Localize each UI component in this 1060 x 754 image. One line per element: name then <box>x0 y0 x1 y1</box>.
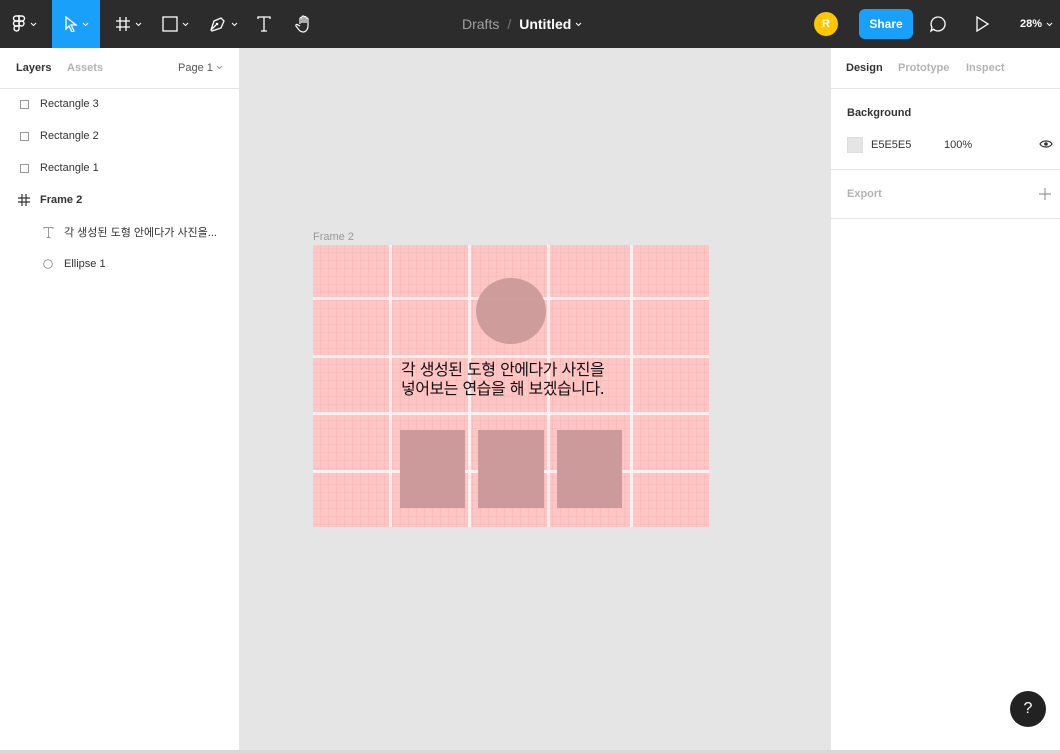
cursor-icon <box>64 16 78 32</box>
breadcrumb: Drafts / Untitled <box>462 0 582 48</box>
pen-icon <box>209 17 225 32</box>
pen-tool-button[interactable] <box>202 0 244 48</box>
move-tool-button[interactable] <box>52 0 100 48</box>
rectangle-3[interactable] <box>557 430 622 508</box>
frame-2[interactable]: 각 생성된 도형 안에다가 사진을 넣어보는 연습을 해 보겠습니다. <box>313 245 709 527</box>
rectangle-2[interactable] <box>478 430 544 508</box>
eye-icon[interactable] <box>1039 139 1053 149</box>
rectangle-icon <box>17 161 31 175</box>
layer-item-frame-2[interactable]: Frame 2 <box>0 184 240 216</box>
background-section: Background E5E5E5 100% <box>831 89 1060 170</box>
tab-layers[interactable]: Layers <box>16 62 51 74</box>
rectangle-icon <box>161 16 178 32</box>
frame-icon <box>115 17 130 31</box>
chevron-down-icon <box>231 22 237 26</box>
background-hex-input[interactable]: E5E5E5 <box>871 139 911 151</box>
frame-label[interactable]: Frame 2 <box>313 231 354 243</box>
chevron-down-icon <box>82 22 88 26</box>
top-toolbar: Drafts / Untitled R Share 28% <box>0 0 1060 48</box>
breadcrumb-drafts-link[interactable]: Drafts <box>462 16 499 32</box>
background-color-swatch[interactable] <box>847 137 863 153</box>
frame-tool-button[interactable] <box>108 0 148 48</box>
share-button[interactable]: Share <box>859 9 913 39</box>
main-menu-button[interactable] <box>0 0 48 48</box>
comment-button[interactable] <box>924 0 952 48</box>
tab-prototype[interactable]: Prototype <box>898 62 949 74</box>
avatar[interactable]: R <box>814 12 838 36</box>
text-icon <box>41 225 55 239</box>
background-title: Background <box>847 107 912 119</box>
present-button[interactable] <box>968 0 996 48</box>
comment-icon <box>929 16 946 33</box>
layer-label: Frame 2 <box>40 194 83 206</box>
layer-item-rectangle-1[interactable]: Rectangle 1 <box>0 152 240 184</box>
bottom-scrollbar[interactable] <box>0 750 1060 754</box>
layer-item-ellipse-1[interactable]: Ellipse 1 <box>0 248 240 280</box>
help-button[interactable]: ? <box>1010 691 1046 727</box>
chevron-down-icon <box>182 22 188 26</box>
frame-text-line: 각 생성된 도형 안에다가 사진을 <box>401 360 605 379</box>
hand-tool-button[interactable] <box>290 0 318 48</box>
tab-assets[interactable]: Assets <box>67 62 103 74</box>
export-section: Export <box>831 170 1060 219</box>
right-panel-tabs: Design Prototype Inspect <box>831 48 1060 89</box>
ellipse-1[interactable] <box>476 278 546 344</box>
layer-label: Rectangle 2 <box>40 130 99 142</box>
breadcrumb-separator: / <box>507 16 512 32</box>
chevron-down-icon <box>216 65 223 70</box>
frame-icon <box>17 193 31 207</box>
frame-text-line: 넣어보는 연습을 해 보겠습니다. <box>401 379 605 398</box>
layer-item-rectangle-3[interactable]: Rectangle 3 <box>0 88 240 120</box>
hand-icon <box>295 15 309 33</box>
layer-item-rectangle-2[interactable]: Rectangle 2 <box>0 120 240 152</box>
text-tool-button[interactable] <box>250 0 278 48</box>
page-selector-label: Page 1 <box>178 62 213 74</box>
zoom-selector[interactable]: 28% <box>1020 0 1053 48</box>
export-title: Export <box>847 188 882 200</box>
layers-panel: Layers Assets Page 1 Rectangle 3 Rectang… <box>0 48 240 750</box>
text-icon <box>257 16 271 32</box>
figma-logo-icon <box>12 15 25 32</box>
left-panel-tabs: Layers Assets Page 1 <box>0 48 239 89</box>
layer-label: Rectangle 3 <box>40 98 99 110</box>
frame-text-layer[interactable]: 각 생성된 도형 안에다가 사진을 넣어보는 연습을 해 보겠습니다. <box>401 360 621 398</box>
chevron-down-icon <box>30 22 36 26</box>
ellipse-icon <box>41 257 55 271</box>
layer-label: Rectangle 1 <box>40 162 99 174</box>
tab-design[interactable]: Design <box>846 62 883 74</box>
layer-item-text[interactable]: 각 생성된 도형 안에다가 사진을... <box>0 216 240 248</box>
file-name[interactable]: Untitled <box>519 16 571 32</box>
page-selector[interactable]: Page 1 <box>178 62 223 74</box>
tab-inspect[interactable]: Inspect <box>966 62 1005 74</box>
zoom-value: 28% <box>1020 18 1043 30</box>
layer-label: Ellipse 1 <box>64 258 106 270</box>
rectangle-icon <box>17 97 31 111</box>
properties-panel: Design Prototype Inspect Background E5E5… <box>830 48 1060 750</box>
chevron-down-icon <box>135 22 141 26</box>
play-icon <box>976 16 990 32</box>
chevron-down-icon <box>1046 22 1053 26</box>
rectangle-1[interactable] <box>400 430 465 508</box>
background-opacity-input[interactable]: 100% <box>944 139 972 151</box>
shape-tool-button[interactable] <box>154 0 196 48</box>
layer-label: 각 생성된 도형 안에다가 사진을... <box>64 227 217 239</box>
rectangle-icon <box>17 129 31 143</box>
plus-icon[interactable] <box>1039 188 1051 200</box>
chevron-down-icon[interactable] <box>575 21 582 28</box>
